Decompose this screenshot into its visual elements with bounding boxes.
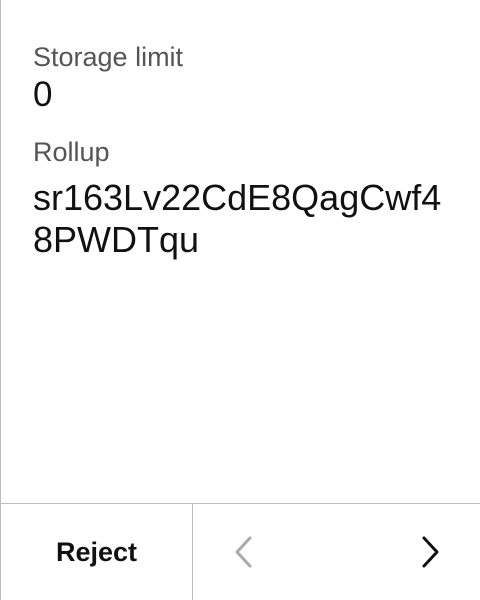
details-panel: Storage limit 0 Rollup sr163Lv22CdE8QagC… <box>33 40 453 261</box>
rollup-value: sr163Lv22CdE8QagCwf48PWDTqu <box>33 177 442 260</box>
storage-limit-value: 0 <box>33 75 53 114</box>
chevron-right-icon <box>422 536 439 568</box>
reject-button[interactable]: Reject <box>1 504 193 600</box>
previous-button[interactable] <box>224 532 264 572</box>
navigation-controls <box>193 504 480 600</box>
review-screen: Storage limit 0 Rollup sr163Lv22CdE8QagC… <box>0 0 480 600</box>
field-spacer <box>33 115 453 135</box>
action-footer: Reject <box>1 503 480 600</box>
next-button[interactable] <box>410 532 450 572</box>
chevron-left-icon <box>235 536 252 568</box>
reject-button-label: Reject <box>55 537 138 567</box>
rollup-label: Rollup <box>33 137 110 167</box>
storage-limit-label: Storage limit <box>33 42 184 72</box>
